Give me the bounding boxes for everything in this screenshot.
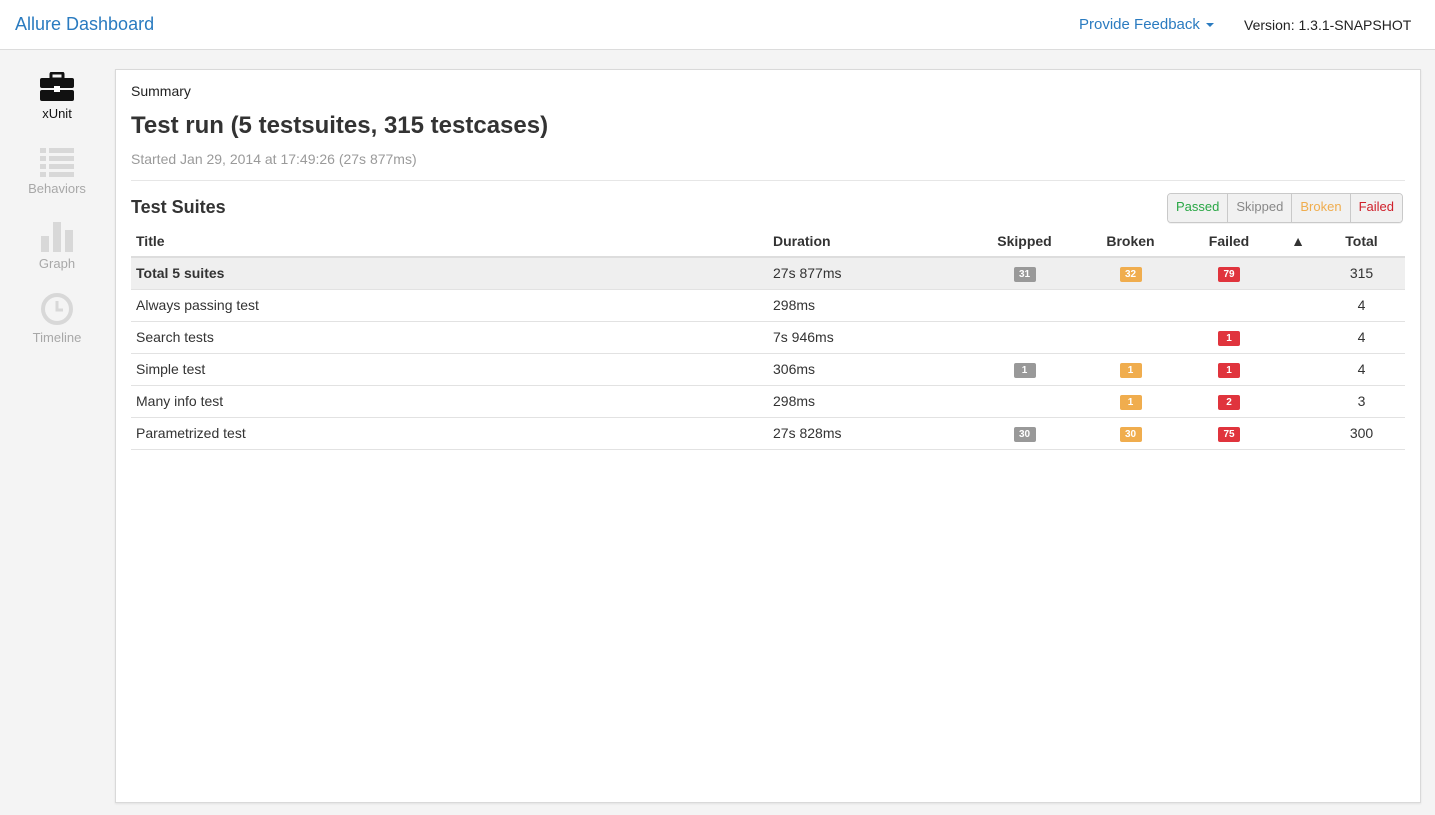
broken-count-badge: 1 [1119, 363, 1142, 378]
column-header-failed[interactable]: Failed [1180, 226, 1278, 258]
summary-panel: Summary Test run (5 testsuites, 315 test… [115, 69, 1421, 803]
suite-title: Total 5 suites [131, 257, 768, 290]
brand-link[interactable]: Allure Dashboard [15, 14, 154, 35]
sidebar-item-label: xUnit [42, 106, 72, 121]
suite-title: Always passing test [131, 289, 768, 322]
failed-count-badge: 79 [1218, 267, 1240, 283]
summary-label: Summary [131, 83, 191, 99]
filter-passed-button[interactable]: Passed [1168, 194, 1229, 222]
table-row[interactable]: Simple test 306ms 1 1 1 4 [131, 353, 1405, 386]
sidebar-item-label: Graph [38, 256, 76, 271]
sidebar-item-label: Timeline [32, 330, 82, 345]
table-row-total[interactable]: Total 5 suites 27s 877ms 31 32 79 315 [131, 257, 1405, 290]
column-header-broken[interactable]: Broken [1081, 226, 1180, 258]
status-filter-group: Passed Skipped Broken Failed [1167, 193, 1403, 223]
filter-failed-button[interactable]: Failed [1350, 194, 1402, 222]
suite-duration: 27s 877ms [768, 257, 968, 290]
bar-chart-icon [41, 222, 73, 252]
broken-count-badge: 1 [1119, 395, 1142, 410]
skipped-count-badge: 31 [1013, 267, 1036, 283]
divider [131, 180, 1405, 181]
column-header-total[interactable]: Total [1318, 226, 1405, 258]
sidebar-item-timeline[interactable]: Timeline [0, 292, 114, 345]
page-title: Test run (5 testsuites, 315 testcases) [131, 112, 549, 139]
top-navbar: Allure Dashboard Provide Feedback Versio… [0, 0, 1435, 50]
suite-total: 315 [1318, 257, 1405, 290]
clock-icon [41, 293, 73, 325]
suite-total: 4 [1318, 289, 1405, 322]
failed-count-badge: 75 [1218, 427, 1240, 442]
filter-skipped-button[interactable]: Skipped [1228, 194, 1293, 222]
broken-count-badge: 30 [1119, 427, 1142, 442]
provide-feedback-label: Provide Feedback [1079, 16, 1200, 33]
sidebar-item-behaviors[interactable]: Behaviors [0, 147, 114, 196]
suite-duration: 298ms [768, 289, 968, 322]
sidebar-item-graph[interactable]: Graph [0, 220, 114, 271]
briefcase-icon [40, 72, 74, 101]
column-header-title[interactable]: Title [131, 226, 768, 258]
suite-title: Many info test [131, 385, 768, 418]
table-row[interactable]: Search tests 7s 946ms 1 4 [131, 321, 1405, 354]
list-icon [40, 148, 74, 177]
suite-total: 3 [1318, 385, 1405, 418]
provide-feedback-dropdown[interactable]: Provide Feedback [1079, 16, 1214, 33]
sidebar-item-label: Behaviors [28, 181, 86, 196]
filter-broken-button[interactable]: Broken [1292, 194, 1351, 222]
column-header-duration[interactable]: Duration [768, 226, 968, 258]
suite-title: Simple test [131, 353, 768, 386]
suite-duration: 27s 828ms [768, 417, 968, 450]
test-suites-table: Title Duration Skipped Broken Failed ▲ T… [131, 226, 1405, 450]
broken-count-badge: 32 [1119, 267, 1142, 283]
version-label: Version: 1.3.1-SNAPSHOT [1244, 17, 1412, 33]
suite-duration: 7s 946ms [768, 321, 968, 354]
sidebar-item-xunit[interactable]: xUnit [0, 72, 114, 121]
failed-count-badge: 1 [1218, 331, 1240, 346]
suite-title: Parametrized test [131, 417, 768, 450]
table-row[interactable]: Always passing test 298ms 4 [131, 289, 1405, 322]
caret-down-icon [1205, 23, 1214, 28]
suite-total: 300 [1318, 417, 1405, 450]
table-header-row: Title Duration Skipped Broken Failed ▲ T… [131, 226, 1405, 258]
table-row[interactable]: Parametrized test 27s 828ms 30 30 75 300 [131, 417, 1405, 450]
failed-count-badge: 2 [1218, 395, 1240, 410]
suite-duration: 306ms [768, 353, 968, 386]
table-row[interactable]: Many info test 298ms 1 2 3 [131, 385, 1405, 418]
column-header-skipped[interactable]: Skipped [968, 226, 1081, 258]
suite-total: 4 [1318, 353, 1405, 386]
run-started-text: Started Jan 29, 2014 at 17:49:26 (27s 87… [131, 151, 417, 167]
suite-total: 4 [1318, 321, 1405, 354]
suite-duration: 298ms [768, 385, 968, 418]
failed-count-badge: 1 [1218, 363, 1240, 378]
sort-ascending-icon[interactable]: ▲ [1278, 226, 1318, 258]
suite-title: Search tests [131, 321, 768, 354]
test-suites-heading: Test Suites [131, 197, 226, 217]
skipped-count-badge: 30 [1013, 427, 1036, 442]
skipped-count-badge: 1 [1013, 363, 1036, 378]
